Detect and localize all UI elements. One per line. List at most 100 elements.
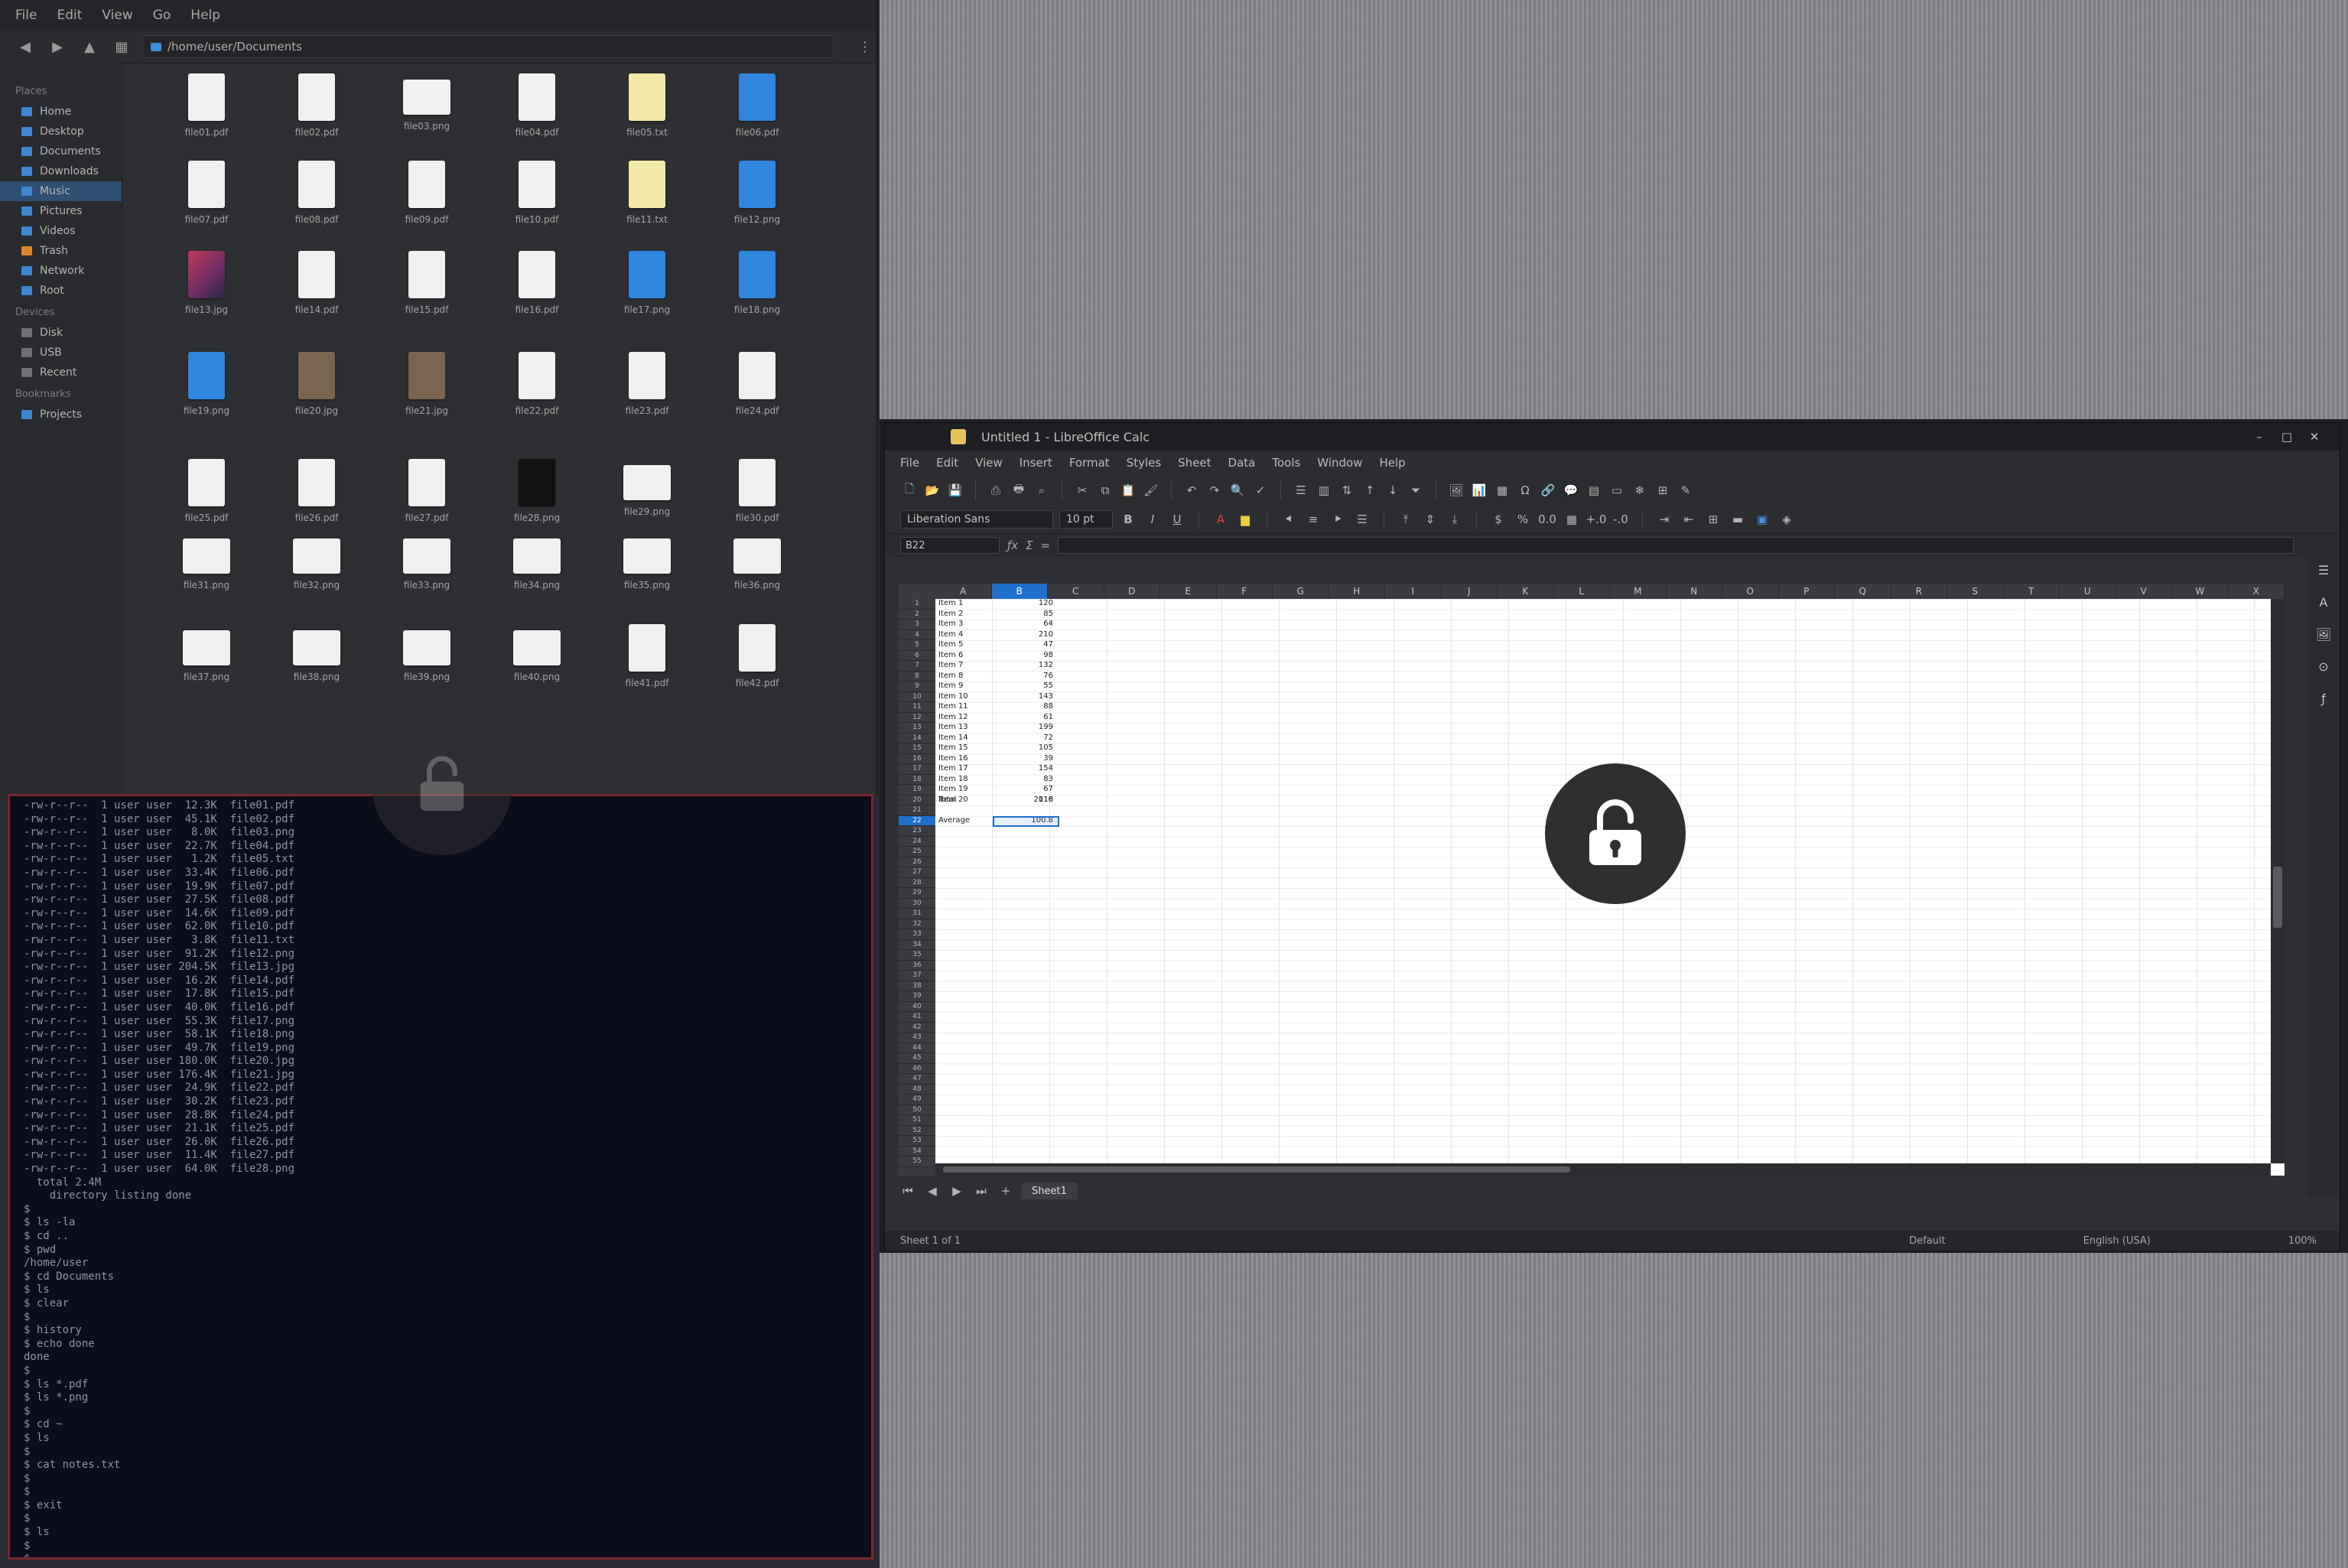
column-header[interactable]: U (2060, 584, 2116, 599)
row-header[interactable]: 5 (899, 640, 935, 651)
row-header[interactable]: 50 (899, 1105, 935, 1115)
row-header[interactable]: 38 (899, 981, 935, 991)
column-header[interactable]: V (2116, 584, 2172, 599)
properties-icon[interactable]: ☰ (2314, 561, 2333, 579)
hyperlink-icon[interactable]: 🔗 (1539, 481, 1557, 499)
copy-icon[interactable]: ⧉ (1096, 481, 1114, 499)
cell-label[interactable]: Item 18 (935, 775, 996, 786)
sidebar-item-network[interactable]: Network (0, 261, 122, 281)
borders-icon[interactable]: ⊞ (1704, 510, 1722, 529)
column-header[interactable]: D (1104, 584, 1160, 599)
row-header[interactable]: 40 (899, 1002, 935, 1012)
sidebar-item-home[interactable]: Home (0, 102, 122, 122)
row-header[interactable]: 4 (899, 630, 935, 640)
status-language[interactable]: English (USA) (2083, 1235, 2151, 1247)
row-header[interactable]: 18 (899, 775, 935, 785)
view-mode-icon[interactable]: ▦ (110, 37, 133, 57)
column-header[interactable]: C (1048, 584, 1104, 599)
menu-data[interactable]: Data (1228, 456, 1256, 470)
terminal-window[interactable]: -rw-r--r-- 1 user user 12.3K file01.pdf -… (8, 794, 873, 1560)
menu-file[interactable]: File (900, 456, 919, 470)
comment-icon[interactable]: 💬 (1562, 481, 1580, 499)
column-header[interactable]: I (1385, 584, 1442, 599)
file-item[interactable]: file18.png (704, 251, 811, 349)
column-header[interactable]: O (1722, 584, 1779, 599)
file-item[interactable]: file19.png (153, 352, 260, 450)
column-header[interactable]: P (1779, 584, 1835, 599)
cell-label[interactable]: Item 11 (935, 702, 996, 713)
row-header[interactable]: 47 (899, 1074, 935, 1085)
row-header[interactable]: 2 (899, 610, 935, 620)
font-color-icon[interactable]: A (1211, 510, 1230, 529)
row-header[interactable]: 44 (899, 1043, 935, 1053)
pivot-table-icon[interactable]: ▦ (1493, 481, 1511, 499)
row-header[interactable]: 25 (899, 847, 935, 857)
prev-sheet-icon[interactable]: ◀ (923, 1182, 941, 1200)
justify-icon[interactable]: ☰ (1353, 510, 1371, 529)
row-header[interactable]: 35 (899, 950, 935, 961)
align-left-icon[interactable]: ⯇ (1280, 510, 1298, 529)
sort-icon[interactable]: ⇅ (1338, 481, 1356, 499)
menu-window[interactable]: Window (1317, 456, 1362, 470)
save-icon[interactable]: 💾 (946, 481, 964, 499)
row-header[interactable]: 9 (899, 682, 935, 692)
column-header[interactable]: A (935, 584, 992, 599)
align-right-icon[interactable]: ⯈ (1328, 510, 1347, 529)
row-header[interactable]: 12 (899, 713, 935, 723)
scrollbar-thumb[interactable] (2273, 867, 2282, 928)
font-name-box[interactable]: Liberation Sans (900, 510, 1053, 529)
highlight-color-icon[interactable]: ▆ (1236, 510, 1254, 529)
column-header[interactable]: B (991, 584, 1048, 599)
row-header[interactable]: 3 (899, 620, 935, 630)
file-item[interactable]: file21.jpg (373, 352, 480, 450)
cell-value[interactable]: 55 (996, 682, 1056, 692)
row-header[interactable]: 23 (899, 826, 935, 837)
column-header[interactable]: E (1160, 584, 1217, 599)
file-item[interactable]: file05.txt (594, 73, 701, 171)
conditional-format-icon[interactable]: ◈ (1777, 510, 1796, 529)
cell-label[interactable]: Item 3 (935, 620, 996, 630)
row-header[interactable]: 17 (899, 764, 935, 775)
menu-view[interactable]: View (975, 456, 1003, 470)
cell-value[interactable]: 39 (996, 754, 1056, 765)
export-pdf-icon[interactable]: ⎙ (987, 481, 1005, 499)
column-header[interactable]: J (1442, 584, 1498, 599)
menu-help[interactable]: Help (190, 8, 220, 23)
maximize-icon[interactable]: □ (2277, 428, 2297, 446)
insert-chart-icon[interactable]: 📊 (1470, 481, 1488, 499)
row-header[interactable]: 21 (899, 805, 935, 816)
column-icon[interactable]: ▥ (1315, 481, 1333, 499)
cell-value[interactable]: 76 (996, 672, 1056, 682)
file-item[interactable]: file40.png (483, 624, 590, 722)
cell-label[interactable]: Item 7 (935, 661, 996, 672)
forward-icon[interactable]: ▶ (46, 37, 69, 57)
row-header[interactable]: 48 (899, 1085, 935, 1095)
cell-label[interactable]: Item 12 (935, 713, 996, 724)
border-style-icon[interactable]: ▬ (1728, 510, 1747, 529)
cell-value[interactable]: 199 (996, 723, 1056, 734)
row-header[interactable]: 55 (899, 1156, 935, 1167)
row-header[interactable]: 24 (899, 837, 935, 847)
cell-label[interactable]: Item 17 (935, 764, 996, 775)
row-header[interactable]: 20 (899, 795, 935, 805)
file-item[interactable]: file15.pdf (373, 251, 480, 349)
row-header[interactable]: 53 (899, 1136, 935, 1147)
more-icon[interactable]: ⋮ (854, 37, 876, 57)
align-bottom-icon[interactable]: ⤓ (1446, 510, 1464, 529)
column-header[interactable]: G (1273, 584, 1329, 599)
column-header[interactable]: H (1329, 584, 1385, 599)
row-header[interactable]: 33 (899, 929, 935, 940)
row-header[interactable]: 32 (899, 919, 935, 929)
file-item[interactable]: file03.png (373, 73, 480, 171)
row-header[interactable]: 30 (899, 899, 935, 909)
menu-file[interactable]: File (15, 8, 37, 23)
align-top-icon[interactable]: ⤒ (1397, 510, 1415, 529)
row-header[interactable]: 43 (899, 1033, 935, 1043)
menu-edit[interactable]: Edit (936, 456, 958, 470)
cut-icon[interactable]: ✂ (1073, 481, 1091, 499)
file-item[interactable]: file37.png (153, 624, 260, 722)
print-preview-icon[interactable]: ⌕ (1033, 481, 1051, 499)
autofilter-icon[interactable]: ⏷ (1407, 481, 1425, 499)
row-header[interactable]: 54 (899, 1147, 935, 1156)
row-header[interactable]: 1 (899, 599, 935, 610)
